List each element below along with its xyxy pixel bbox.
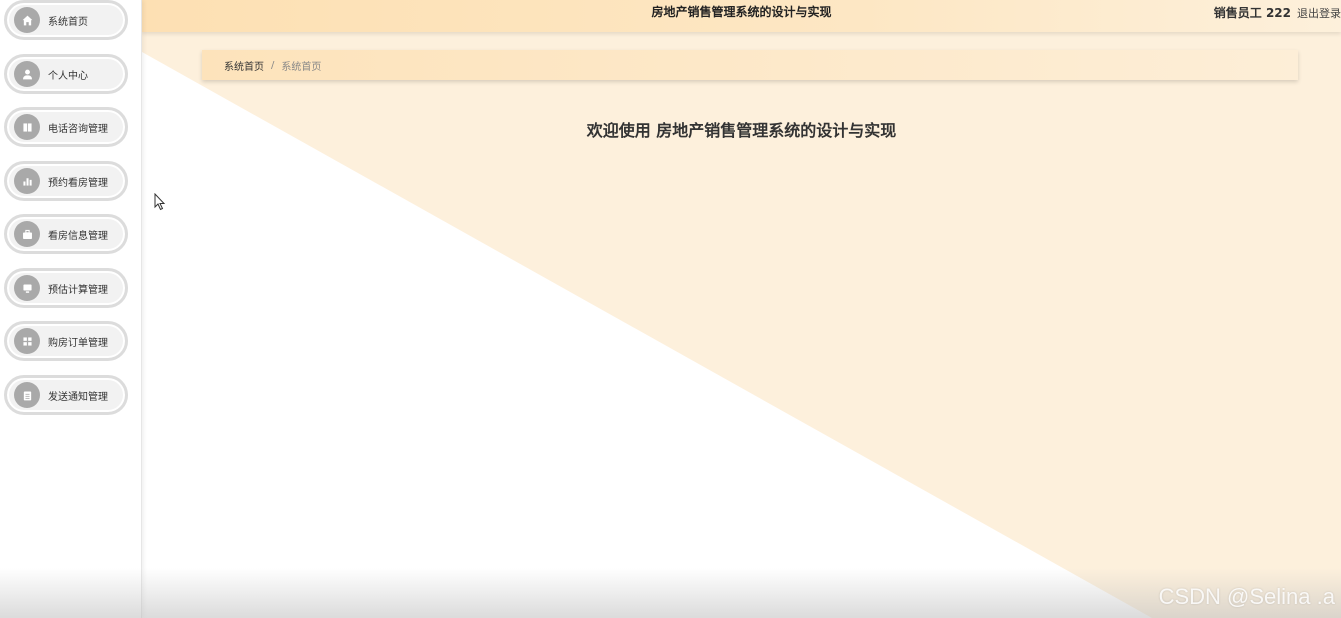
top-bar: 房地产销售管理系统的设计与实现 销售员工 222 退出登录 [142, 0, 1341, 32]
logout-button[interactable]: 退出登录 [1297, 7, 1341, 20]
sidebar-item-label: 看房信息管理 [48, 230, 108, 242]
watermark-text: CSDN @Selina .a [1158, 584, 1335, 609]
breadcrumb-current: 系统首页 [281, 61, 322, 73]
breadcrumb-separator: / [271, 59, 275, 71]
sidebar-item-phone-consult[interactable]: 电话咨询管理 [4, 107, 128, 147]
home-icon [14, 7, 40, 33]
sidebar-item-label: 发送通知管理 [48, 391, 108, 403]
sidebar-item-label: 系统首页 [48, 16, 88, 28]
sidebar-item-label: 购房订单管理 [48, 337, 108, 349]
clipboard-icon [14, 382, 40, 408]
breadcrumb-home-link[interactable]: 系统首页 [224, 58, 264, 73]
grid-icon [14, 328, 40, 354]
sidebar-item-purchase-order[interactable]: 购房订单管理 [4, 321, 128, 361]
app-window: 系统首页 个人中心 电话咨询管理 预约看房管理 看房信息管理 预估计算管理 购房… [0, 0, 1341, 618]
briefcase-icon [14, 221, 40, 247]
main-content: 房地产销售管理系统的设计与实现 销售员工 222 退出登录 系统首页 / 系统首页… [142, 0, 1341, 618]
user-area: 销售员工 222 退出登录 [1214, 4, 1341, 21]
welcome-message: 欢迎使用 房地产销售管理系统的设计与实现 [586, 121, 897, 140]
mouse-cursor-icon [154, 193, 166, 211]
bar-chart-icon [14, 168, 40, 194]
user-icon [14, 61, 40, 87]
sidebar-item-label: 预约看房管理 [48, 177, 108, 189]
bottom-fade [0, 568, 1341, 618]
user-name: 销售员工 222 [1213, 6, 1291, 20]
sidebar-item-send-notice[interactable]: 发送通知管理 [4, 375, 128, 415]
sidebar-item-label: 个人中心 [48, 70, 88, 82]
background-decoration [142, 0, 1341, 618]
system-title: 房地产销售管理系统的设计与实现 [651, 5, 832, 19]
sidebar: 系统首页 个人中心 电话咨询管理 预约看房管理 看房信息管理 预估计算管理 购房… [0, 0, 142, 618]
book-icon [14, 114, 40, 140]
sidebar-item-label: 预估计算管理 [48, 284, 108, 296]
sidebar-item-estimate-calc[interactable]: 预估计算管理 [4, 268, 128, 308]
sidebar-item-profile[interactable]: 个人中心 [4, 54, 128, 94]
sidebar-item-viewing-appointment[interactable]: 预约看房管理 [4, 161, 128, 201]
monitor-icon [14, 275, 40, 301]
breadcrumb: 系统首页 / 系统首页 [202, 50, 1298, 80]
sidebar-item-label: 电话咨询管理 [48, 123, 108, 135]
sidebar-item-home[interactable]: 系统首页 [4, 0, 128, 40]
sidebar-item-viewing-info[interactable]: 看房信息管理 [4, 214, 128, 254]
